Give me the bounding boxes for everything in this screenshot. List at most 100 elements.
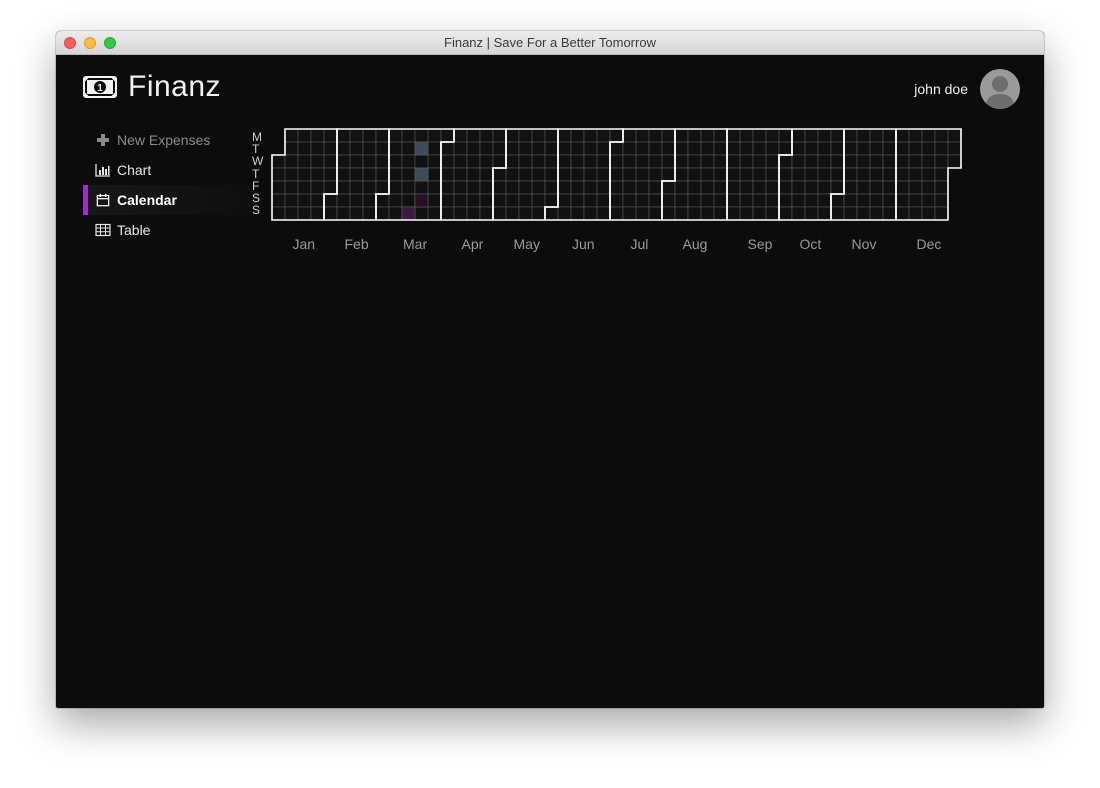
calendar-day-cell[interactable] — [934, 141, 949, 156]
calendar-day-cell[interactable] — [882, 193, 897, 208]
calendar-day-cell[interactable] — [661, 193, 676, 208]
calendar-day-cell[interactable] — [830, 193, 845, 208]
calendar-day-cell[interactable] — [843, 180, 858, 195]
calendar-day-cell[interactable] — [570, 206, 585, 221]
calendar-day-cell[interactable] — [518, 128, 533, 143]
calendar-day-cell[interactable] — [934, 128, 949, 143]
calendar-day-cell[interactable] — [700, 167, 715, 182]
calendar-day-cell[interactable] — [804, 180, 819, 195]
calendar-day-cell[interactable] — [362, 167, 377, 182]
calendar-day-cell[interactable] — [388, 141, 403, 156]
calendar-day-cell[interactable] — [687, 180, 702, 195]
calendar-day-cell[interactable] — [297, 141, 312, 156]
calendar-day-cell[interactable] — [687, 128, 702, 143]
calendar-day-cell[interactable] — [804, 206, 819, 221]
calendar-day-cell[interactable] — [661, 141, 676, 156]
calendar-day-cell[interactable] — [830, 167, 845, 182]
calendar-day-cell[interactable] — [362, 141, 377, 156]
calendar-day-cell[interactable] — [375, 193, 390, 208]
calendar-day-cell[interactable] — [531, 206, 546, 221]
calendar-day-cell[interactable] — [492, 180, 507, 195]
calendar-day-cell[interactable] — [921, 128, 936, 143]
calendar-day-cell[interactable] — [479, 141, 494, 156]
calendar-day-cell[interactable] — [596, 167, 611, 182]
calendar-day-cell[interactable] — [427, 167, 442, 182]
calendar-day-cell[interactable] — [791, 167, 806, 182]
calendar-day-cell[interactable] — [466, 180, 481, 195]
calendar-day-cell[interactable] — [700, 193, 715, 208]
calendar-day-cell[interactable] — [310, 154, 325, 169]
calendar-day-cell[interactable] — [739, 141, 754, 156]
calendar-day-cell[interactable] — [713, 141, 728, 156]
calendar-day-cell[interactable] — [726, 180, 741, 195]
calendar-day-cell[interactable] — [479, 167, 494, 182]
calendar-day-cell[interactable] — [401, 128, 416, 143]
calendar-day-cell[interactable] — [609, 193, 624, 208]
calendar-day-cell[interactable] — [648, 180, 663, 195]
calendar-day-cell[interactable] — [271, 154, 286, 169]
calendar-day-cell[interactable] — [661, 167, 676, 182]
calendar-day-cell[interactable] — [466, 167, 481, 182]
calendar-day-cell[interactable] — [843, 206, 858, 221]
calendar-day-cell[interactable] — [765, 128, 780, 143]
calendar-day-cell[interactable] — [401, 141, 416, 156]
calendar-day-cell[interactable] — [544, 193, 559, 208]
calendar-day-cell[interactable] — [739, 128, 754, 143]
calendar-day-cell[interactable] — [492, 206, 507, 221]
calendar-day-cell[interactable] — [778, 193, 793, 208]
calendar-day-cell[interactable] — [583, 167, 598, 182]
calendar-day-cell[interactable] — [531, 193, 546, 208]
calendar-day-cell[interactable] — [466, 154, 481, 169]
calendar-day-cell[interactable] — [713, 167, 728, 182]
calendar-day-cell[interactable] — [349, 180, 364, 195]
calendar-day-cell[interactable] — [674, 167, 689, 182]
calendar-day-cell[interactable] — [765, 154, 780, 169]
calendar-day-cell[interactable] — [336, 128, 351, 143]
calendar-day-cell[interactable] — [856, 154, 871, 169]
calendar-day-cell[interactable] — [479, 193, 494, 208]
calendar-day-cell[interactable] — [609, 141, 624, 156]
calendar-day-cell[interactable] — [882, 180, 897, 195]
calendar-day-cell[interactable] — [557, 141, 572, 156]
calendar-day-cell[interactable] — [726, 128, 741, 143]
calendar-day-cell[interactable] — [934, 154, 949, 169]
calendar-day-cell[interactable] — [557, 206, 572, 221]
calendar-day-cell[interactable] — [505, 154, 520, 169]
calendar-day-cell[interactable] — [336, 141, 351, 156]
calendar-day-cell[interactable] — [674, 180, 689, 195]
calendar-day-cell[interactable] — [297, 206, 312, 221]
calendar-day-cell[interactable] — [544, 206, 559, 221]
calendar-day-cell[interactable] — [544, 128, 559, 143]
calendar-day-cell[interactable] — [908, 167, 923, 182]
calendar-day-cell[interactable] — [804, 141, 819, 156]
calendar-day-cell[interactable] — [830, 180, 845, 195]
calendar-day-cell[interactable] — [479, 206, 494, 221]
calendar-day-cell[interactable] — [674, 128, 689, 143]
calendar-day-cell[interactable] — [570, 167, 585, 182]
calendar-day-cell[interactable] — [596, 154, 611, 169]
calendar-day-cell[interactable] — [375, 180, 390, 195]
calendar-day-cell[interactable] — [557, 193, 572, 208]
calendar-day-cell[interactable] — [544, 180, 559, 195]
calendar-day-cell[interactable] — [453, 154, 468, 169]
calendar-day-cell[interactable] — [466, 128, 481, 143]
calendar-day-cell[interactable] — [453, 206, 468, 221]
calendar-day-cell[interactable] — [375, 167, 390, 182]
calendar-day-cell[interactable] — [622, 180, 637, 195]
calendar-day-cell[interactable] — [583, 128, 598, 143]
calendar-day-cell[interactable] — [869, 167, 884, 182]
calendar-day-cell[interactable] — [388, 180, 403, 195]
calendar-day-cell[interactable] — [518, 167, 533, 182]
calendar-day-cell[interactable] — [934, 180, 949, 195]
calendar-day-highlight[interactable] — [414, 193, 429, 208]
calendar-day-cell[interactable] — [791, 128, 806, 143]
calendar-day-cell[interactable] — [895, 180, 910, 195]
calendar-day-cell[interactable] — [713, 206, 728, 221]
calendar-day-cell[interactable] — [895, 193, 910, 208]
calendar-day-cell[interactable] — [453, 128, 468, 143]
calendar-day-cell[interactable] — [895, 206, 910, 221]
calendar-day-cell[interactable] — [804, 193, 819, 208]
calendar-day-cell[interactable] — [427, 128, 442, 143]
calendar-day-cell[interactable] — [921, 206, 936, 221]
calendar-day-cell[interactable] — [830, 154, 845, 169]
